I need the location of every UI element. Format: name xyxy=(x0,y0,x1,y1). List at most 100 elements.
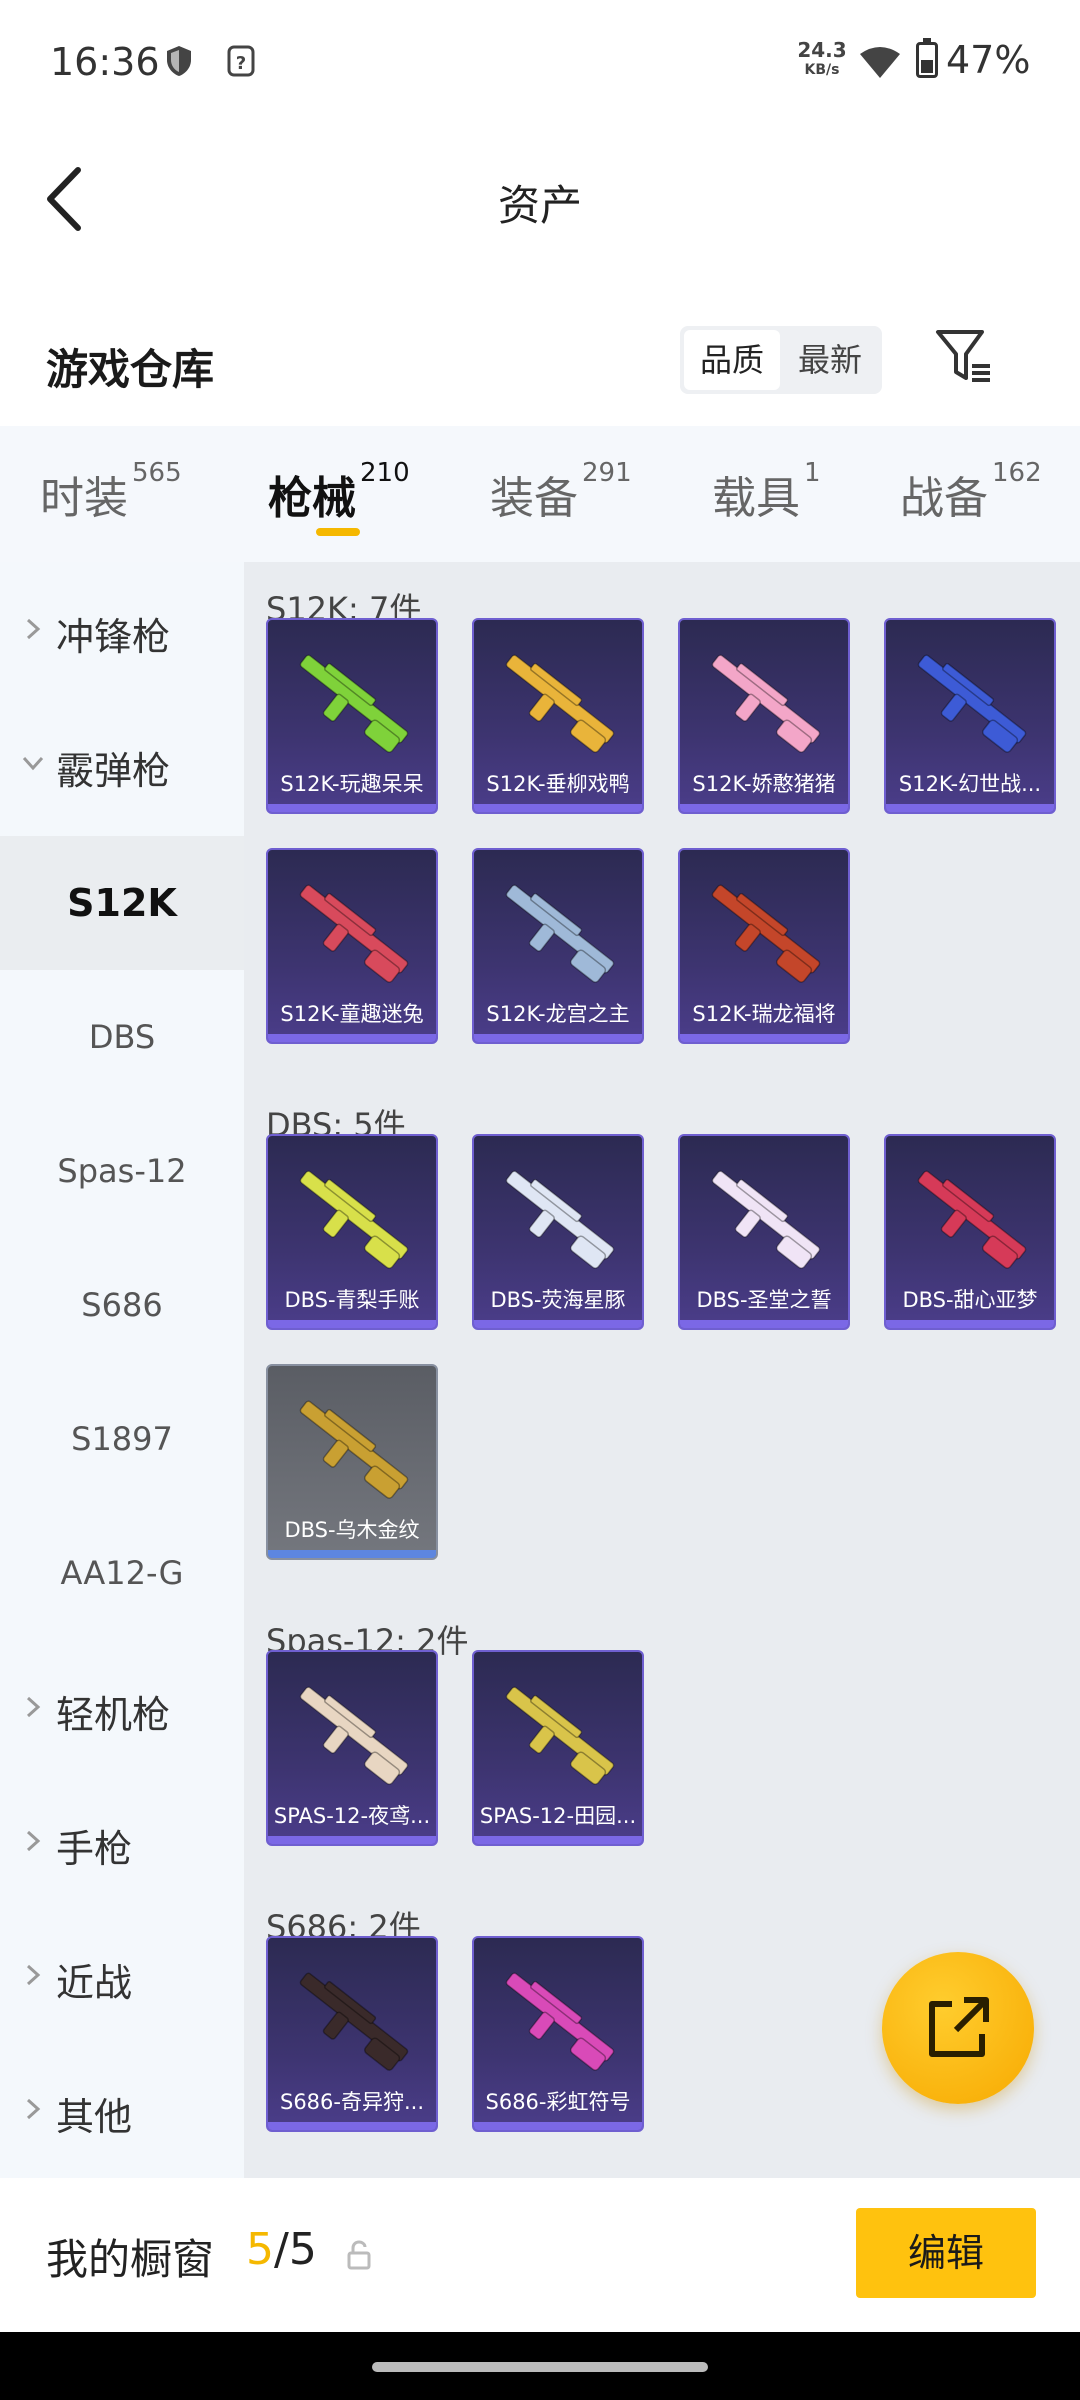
weapon-image xyxy=(299,654,409,753)
weapon-skin-card[interactable]: SPAS-12-夜鸢... xyxy=(266,1650,438,1846)
warehouse-row: 游戏仓库 品质 最新 xyxy=(0,310,1080,420)
tab-supplies[interactable]: 战备 162 xyxy=(900,458,1042,526)
chevron-right-icon xyxy=(26,1964,41,1986)
sort-newest-button[interactable]: 最新 xyxy=(782,330,878,390)
battery-icon xyxy=(916,38,938,78)
weapon-skin-card[interactable]: S12K-龙宫之主 xyxy=(472,848,644,1044)
sidebar-group-shotgun[interactable]: 霰弹枪 xyxy=(0,696,244,830)
chevron-right-icon xyxy=(26,1696,41,1718)
weapon-image xyxy=(299,1170,409,1269)
weapon-skin-card[interactable]: DBS-甜心亚梦 xyxy=(884,1134,1056,1330)
edit-button[interactable]: 编辑 xyxy=(856,2208,1036,2298)
weapon-type-sidebar: 冲锋枪 霰弹枪 S12K DBS Spas-12 S686 S1897 AA12… xyxy=(0,562,244,2178)
home-handle[interactable] xyxy=(372,2362,708,2372)
sidebar-group-label: 近战 xyxy=(56,1961,133,2005)
tab-count: 162 xyxy=(992,458,1042,488)
tab-fashion[interactable]: 时装 565 xyxy=(40,458,182,526)
rarity-bar xyxy=(268,2122,436,2130)
weapon-skin-name: DBS-圣堂之誓 xyxy=(696,1288,832,1312)
sidebar-item-s686[interactable]: S686 xyxy=(0,1238,244,1372)
weapon-skin-name: S12K-玩趣呆呆 xyxy=(280,772,424,796)
system-nav-bar xyxy=(0,2332,1080,2400)
shield-icon xyxy=(167,46,191,76)
chevron-right-icon xyxy=(26,1830,41,1852)
weapon-skin-card[interactable]: DBS-乌木金纹 xyxy=(266,1364,438,1560)
tab-equipment[interactable]: 装备 291 xyxy=(490,458,632,526)
sort-quality-button[interactable]: 品质 xyxy=(684,330,780,390)
status-time: 16:36 xyxy=(50,40,160,84)
weapon-skin-card[interactable]: DBS-青梨手账 xyxy=(266,1134,438,1330)
lock-icon xyxy=(347,2240,371,2270)
weapon-image xyxy=(505,1170,615,1269)
chevron-right-icon xyxy=(26,618,41,640)
rarity-bar xyxy=(474,804,642,812)
sidebar-group-submachine[interactable]: 冲锋枪 xyxy=(0,562,244,696)
weapon-skin-name: DBS-甜心亚梦 xyxy=(902,1288,1038,1312)
weapon-skin-grid: S12K: 7件 S12K-玩趣呆呆 S12K-垂柳戏鸭 S12K-娇憨猪猪 S12K-… xyxy=(244,562,1080,2178)
rarity-bar xyxy=(474,1836,642,1844)
sidebar-item-s12k[interactable]: S12K xyxy=(0,836,244,970)
tab-count: 291 xyxy=(582,458,632,488)
weapon-skin-card[interactable]: S12K-瑞龙福将 xyxy=(678,848,850,1044)
tab-vehicles[interactable]: 载具 1 xyxy=(712,458,821,526)
weapon-skin-card[interactable]: S12K-童趣迷兔 xyxy=(266,848,438,1044)
weapon-skin-name: DBS-青梨手账 xyxy=(284,1288,420,1312)
sidebar-item-s1897[interactable]: S1897 xyxy=(0,1372,244,1506)
sort-toggle: 品质 最新 xyxy=(680,326,882,394)
rarity-bar xyxy=(268,1034,436,1042)
weapon-skin-card[interactable]: S12K-玩趣呆呆 xyxy=(266,618,438,814)
weapon-skin-name: S12K-垂柳戏鸭 xyxy=(486,772,630,796)
weapon-skin-name: S686-奇异狩... xyxy=(279,2090,425,2114)
tab-label: 载具 xyxy=(712,473,800,524)
showcase-count-current: 5 xyxy=(246,2224,274,2275)
rarity-bar xyxy=(680,1320,848,1328)
showcase-count: 5/5 xyxy=(246,2224,317,2275)
weapon-skin-card[interactable]: S686-彩虹符号 xyxy=(472,1936,644,2132)
weapon-image xyxy=(505,654,615,753)
filter-icon[interactable] xyxy=(934,326,994,386)
sidebar-group-pistol[interactable]: 手枪 xyxy=(0,1774,244,1908)
weapon-skin-name: DBS-乌木金纹 xyxy=(284,1518,420,1542)
weapon-image xyxy=(299,1686,409,1785)
sidebar-group-other[interactable]: 其他 xyxy=(0,2042,244,2176)
weapon-image xyxy=(711,654,821,753)
sidebar-group-label: 霰弹枪 xyxy=(56,749,171,793)
weapon-skin-card[interactable]: S12K-垂柳戏鸭 xyxy=(472,618,644,814)
share-fab[interactable] xyxy=(882,1952,1034,2104)
sidebar-group-melee[interactable]: 近战 xyxy=(0,1908,244,2042)
showcase-bar: 我的橱窗 5/5 编辑 xyxy=(0,2178,1080,2332)
tab-count: 565 xyxy=(132,458,182,488)
weapon-skin-name: SPAS-12-夜鸢... xyxy=(273,1804,431,1828)
tab-label: 装备 xyxy=(490,473,578,524)
weapon-skin-name: S12K-龙宫之主 xyxy=(486,1002,630,1026)
sidebar-item-spas12[interactable]: Spas-12 xyxy=(0,1104,244,1238)
rarity-bar xyxy=(474,1320,642,1328)
net-speed: 24.3 KB/s xyxy=(796,40,848,80)
weapon-skin-card[interactable]: S12K-幻世战... xyxy=(884,618,1056,814)
weapon-image xyxy=(917,654,1027,753)
tab-label: 时装 xyxy=(40,473,128,524)
weapon-skin-card[interactable]: SPAS-12-田园... xyxy=(472,1650,644,1846)
weapon-skin-card[interactable]: DBS-荧海星豚 xyxy=(472,1134,644,1330)
net-speed-unit: KB/s xyxy=(804,62,840,78)
weapon-skin-name: DBS-荧海星豚 xyxy=(490,1288,626,1312)
battery-percent: 47% xyxy=(946,38,1031,82)
weapon-skin-card[interactable]: S12K-娇憨猪猪 xyxy=(678,618,850,814)
weapon-skin-name: S12K-幻世战... xyxy=(898,772,1042,796)
rarity-bar xyxy=(474,2122,642,2130)
sidebar-item-aa12g[interactable]: AA12-G xyxy=(0,1506,244,1640)
tab-weapons[interactable]: 枪械 210 xyxy=(268,458,410,526)
weapon-skin-card[interactable]: S686-奇异狩... xyxy=(266,1936,438,2132)
weapon-image xyxy=(299,1972,409,2071)
weapon-image xyxy=(299,884,409,983)
sidebar-group-label: 轻机枪 xyxy=(56,1693,171,1737)
weapon-skin-name: S686-彩虹符号 xyxy=(485,2090,631,2114)
weapon-skin-name: S12K-童趣迷兔 xyxy=(280,1002,424,1026)
weapon-skin-card[interactable]: DBS-圣堂之誓 xyxy=(678,1134,850,1330)
sidebar-item-dbs[interactable]: DBS xyxy=(0,970,244,1104)
sidebar-group-label: 手枪 xyxy=(56,1827,133,1871)
sidebar-group-lmg[interactable]: 轻机枪 xyxy=(0,1640,244,1774)
wifi-icon xyxy=(860,47,900,78)
rarity-bar xyxy=(680,804,848,812)
weapon-skin-name: SPAS-12-田园... xyxy=(479,1804,637,1828)
